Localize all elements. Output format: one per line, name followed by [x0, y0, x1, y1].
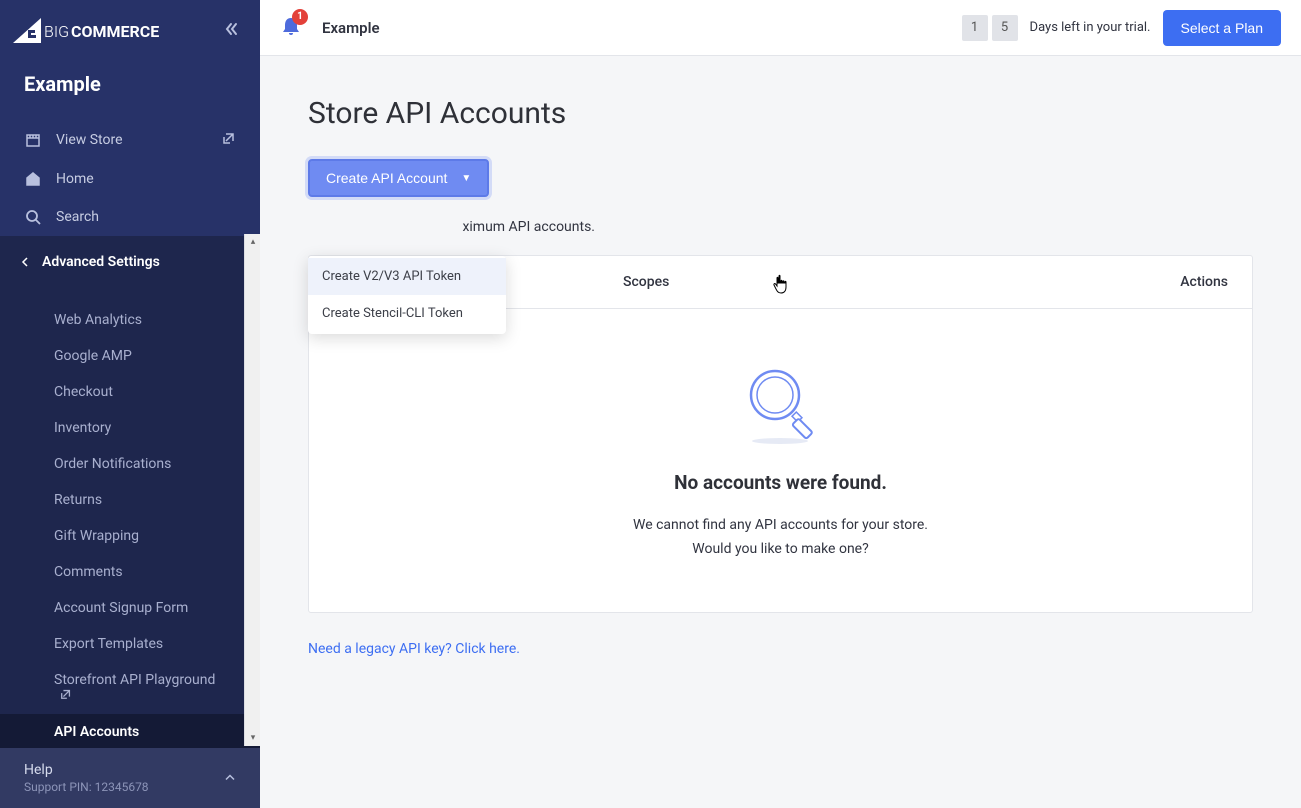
store-name: Example	[0, 62, 260, 120]
sidebar-item-account-signup-form[interactable]: Account Signup Form	[0, 590, 260, 626]
column-header-scopes: Scopes	[623, 274, 1118, 290]
page-title: Store API Accounts	[308, 96, 1253, 131]
nav-home[interactable]: Home	[0, 160, 260, 198]
account-limit-hint: You are using 0 of 50 maximum API accoun…	[308, 219, 1253, 235]
sidebar-item-api-accounts[interactable]: API Accounts	[0, 714, 260, 748]
nav-label: Search	[56, 209, 99, 225]
nav-view-store[interactable]: View Store	[0, 120, 260, 160]
section-header-advanced-settings[interactable]: Advanced Settings	[0, 236, 260, 284]
trial-day-digit: 5	[992, 15, 1018, 41]
create-api-account-button[interactable]: Create API Account ▼	[308, 159, 489, 197]
empty-line: Would you like to make one?	[333, 538, 1228, 562]
empty-title: No accounts were found.	[333, 471, 1228, 494]
create-api-dropdown: Create V2/V3 API Token Create Stencil-CL…	[308, 256, 506, 334]
notification-badge: 1	[292, 9, 308, 25]
magnifier-icon	[740, 365, 822, 447]
scroll-up-arrow-icon[interactable]: ▴	[245, 234, 261, 250]
nav-label: Home	[56, 171, 94, 187]
sidebar: BIGCOMMERCE Example View Store Home Sear…	[0, 0, 260, 808]
empty-line: We cannot find any API accounts for your…	[333, 514, 1228, 538]
sub-nav-list: Web Analytics Google AMP Checkout Invent…	[0, 284, 260, 748]
dropdown-item-stencil-cli-token[interactable]: Create Stencil-CLI Token	[308, 295, 506, 332]
sidebar-item-storefront-api-playground[interactable]: Storefront API Playground	[0, 662, 260, 714]
legacy-key-link[interactable]: Need a legacy API key? Click here.	[308, 641, 1253, 657]
create-button-label: Create API Account	[326, 170, 447, 186]
home-icon	[25, 171, 41, 187]
trial-day-digit: 1	[962, 15, 988, 41]
logo-icon	[12, 18, 42, 44]
external-link-icon	[60, 688, 72, 700]
store-icon	[25, 132, 41, 148]
caret-down-icon: ▼	[461, 173, 471, 184]
empty-state: No accounts were found. We cannot find a…	[309, 309, 1252, 612]
collapse-sidebar-button[interactable]	[222, 20, 240, 42]
sidebar-item-export-templates[interactable]: Export Templates	[0, 626, 260, 662]
main: 1 Example 1 5 Days left in your trial. S…	[260, 0, 1301, 808]
trial-text: Days left in your trial.	[1030, 20, 1151, 35]
nav-label: View Store	[56, 132, 123, 148]
scroll-down-arrow-icon[interactable]: ▾	[245, 730, 261, 746]
column-header-actions: Actions	[1118, 274, 1228, 290]
help-pin: Support PIN: 12345678	[24, 780, 236, 794]
breadcrumb-title: Example	[322, 19, 380, 37]
topbar: 1 Example 1 5 Days left in your trial. S…	[260, 0, 1301, 56]
select-plan-button[interactable]: Select a Plan	[1163, 10, 1282, 46]
logo-text-commerce: COMMERCE	[71, 22, 159, 41]
logo-text-big: BIG	[44, 22, 69, 41]
sidebar-item-google-amp[interactable]: Google AMP	[0, 338, 260, 374]
sidebar-item-web-analytics[interactable]: Web Analytics	[0, 302, 260, 338]
sidebar-item-checkout[interactable]: Checkout	[0, 374, 260, 410]
section-header-label: Advanced Settings	[42, 254, 160, 270]
sidebar-item-returns[interactable]: Returns	[0, 482, 260, 518]
sidebar-scrollbar[interactable]: ▴ ▾	[244, 234, 260, 746]
nav-search[interactable]: Search	[0, 198, 260, 236]
dropdown-item-v2v3-token[interactable]: Create V2/V3 API Token	[308, 258, 506, 295]
notifications-button[interactable]: 1	[280, 15, 302, 41]
help-bar[interactable]: Help Support PIN: 12345678	[0, 748, 260, 808]
brand-logo[interactable]: BIGCOMMERCE	[12, 18, 159, 44]
chevron-left-icon	[20, 257, 30, 267]
sidebar-item-order-notifications[interactable]: Order Notifications	[0, 446, 260, 482]
sidebar-item-gift-wrapping[interactable]: Gift Wrapping	[0, 518, 260, 554]
sidebar-item-inventory[interactable]: Inventory	[0, 410, 260, 446]
chevron-up-icon	[224, 772, 236, 784]
help-title: Help	[24, 762, 236, 778]
chevron-double-left-icon	[222, 20, 240, 38]
trial-days: 1 5	[962, 15, 1018, 41]
sidebar-item-comments[interactable]: Comments	[0, 554, 260, 590]
search-icon	[25, 209, 41, 225]
external-link-icon	[222, 131, 236, 145]
